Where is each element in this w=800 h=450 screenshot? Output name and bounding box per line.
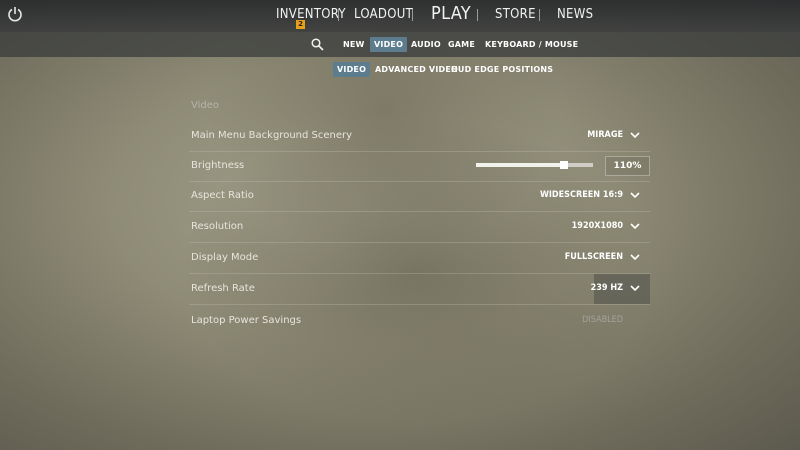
dropdown-value[interactable]: 1920X1080 <box>572 221 623 231</box>
setting-label: Laptop Power Savings <box>191 315 302 326</box>
chevron-down-icon[interactable] <box>630 131 640 139</box>
setting-row-brightness: Brightness 110% <box>189 151 650 182</box>
tab-new[interactable]: NEW <box>339 37 369 52</box>
dropdown-value[interactable]: FULLSCREEN <box>565 252 623 262</box>
nav-loadout[interactable]: LOADOUT <box>354 7 413 22</box>
nav-divider <box>477 9 478 21</box>
setting-label: Display Mode <box>191 252 259 263</box>
setting-row-display-mode[interactable]: Display Mode FULLSCREEN <box>189 243 650 274</box>
setting-label: Resolution <box>191 221 244 232</box>
slider-handle[interactable] <box>559 161 568 169</box>
setting-label: Main Menu Background Scenery <box>191 130 353 141</box>
inventory-notification-badge: 2 <box>296 20 305 29</box>
dropdown-value[interactable]: 239 HZ <box>591 283 623 293</box>
nav-divider <box>412 9 413 21</box>
setting-row-resolution[interactable]: Resolution 1920X1080 <box>189 212 650 243</box>
tab-audio[interactable]: AUDIO <box>407 37 445 52</box>
tab-keyboard-mouse[interactable]: KEYBOARD / MOUSE <box>481 37 582 52</box>
disabled-value: DISABLED <box>582 315 623 325</box>
nav-inventory[interactable]: INVENTORY <box>276 7 346 22</box>
tab-video[interactable]: VIDEO <box>370 37 408 52</box>
nav-store[interactable]: STORE <box>495 7 536 22</box>
brightness-value-input[interactable]: 110% <box>605 156 650 176</box>
chevron-down-icon[interactable] <box>630 191 640 199</box>
brightness-slider[interactable] <box>476 161 593 169</box>
nav-divider <box>539 9 540 21</box>
setting-label: Brightness <box>191 160 245 171</box>
subtab-hud-edge-positions[interactable]: HUD EDGE POSITIONS <box>447 62 557 77</box>
search-icon[interactable] <box>311 38 324 51</box>
tab-game[interactable]: GAME <box>444 37 479 52</box>
nav-news[interactable]: NEWS <box>557 7 593 22</box>
chevron-down-icon[interactable] <box>630 284 640 292</box>
section-title: Video <box>191 100 220 111</box>
subtab-video[interactable]: VIDEO <box>333 62 371 77</box>
top-navigation-bar: INVENTORY 2 LOADOUT PLAY STORE NEWS <box>0 0 800 32</box>
dropdown-value[interactable]: WIDESCREEN 16:9 <box>540 190 623 200</box>
slider-fill <box>476 163 564 167</box>
setting-row-refresh-rate[interactable]: Refresh Rate 239 HZ <box>189 274 650 305</box>
nav-divider <box>338 9 339 21</box>
chevron-down-icon[interactable] <box>630 222 640 230</box>
setting-row-laptop-power-savings: Laptop Power Savings DISABLED <box>189 306 650 336</box>
setting-row-aspect-ratio[interactable]: Aspect Ratio WIDESCREEN 16:9 <box>189 181 650 212</box>
nav-play[interactable]: PLAY <box>431 3 471 24</box>
setting-row-background-scenery[interactable]: Main Menu Background Scenery MIRAGE <box>189 121 650 152</box>
chevron-down-icon[interactable] <box>630 253 640 261</box>
main-nav: INVENTORY 2 LOADOUT PLAY STORE NEWS <box>0 0 800 32</box>
setting-label: Aspect Ratio <box>191 190 254 201</box>
dropdown-value[interactable]: MIRAGE <box>587 130 623 140</box>
setting-label: Refresh Rate <box>191 283 255 294</box>
